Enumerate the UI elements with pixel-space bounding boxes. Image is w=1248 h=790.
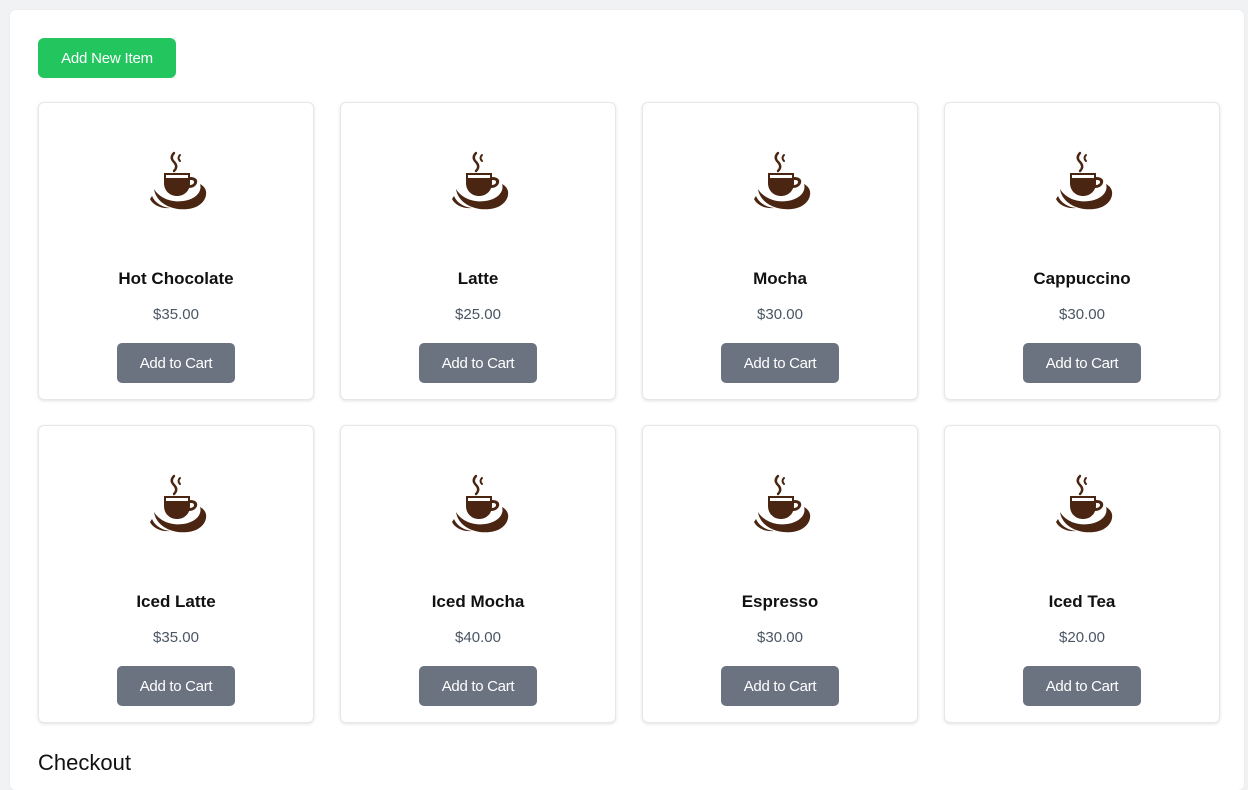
add-to-cart-button[interactable]: Add to Cart xyxy=(721,666,839,706)
product-name: Mocha xyxy=(753,269,807,288)
product-card: Cappuccino $30.00 Add to Cart xyxy=(944,102,1220,400)
product-price: $35.00 xyxy=(153,306,199,323)
coffee-cup-icon xyxy=(752,474,812,534)
product-name: Cappuccino xyxy=(1033,269,1131,288)
checkout-heading: Checkout xyxy=(38,750,131,775)
add-to-cart-button[interactable]: Add to Cart xyxy=(1023,666,1141,706)
add-to-cart-button[interactable]: Add to Cart xyxy=(1023,343,1141,383)
coffee-cup-icon xyxy=(450,474,510,534)
product-name: Latte xyxy=(457,269,499,288)
product-card: Iced Tea $20.00 Add to Cart xyxy=(944,425,1220,723)
add-to-cart-button[interactable]: Add to Cart xyxy=(721,343,839,383)
coffee-cup-icon xyxy=(1054,474,1114,534)
coffee-cup-icon xyxy=(752,151,812,211)
product-name: Iced Latte xyxy=(136,592,216,611)
product-card: Mocha $30.00 Add to Cart xyxy=(642,102,918,400)
add-new-item-button[interactable]: Add New Item xyxy=(38,38,176,78)
add-to-cart-button[interactable]: Add to Cart xyxy=(419,666,537,706)
coffee-cup-icon xyxy=(148,474,208,534)
product-name: Iced Mocha xyxy=(431,592,525,611)
product-name: Hot Chocolate xyxy=(118,269,234,288)
product-grid: Hot Chocolate $35.00 Add to Cart Latte $… xyxy=(38,102,1220,723)
add-to-cart-button[interactable]: Add to Cart xyxy=(117,343,235,383)
product-price: $30.00 xyxy=(757,306,803,323)
main-panel: Add New Item Hot Chocolate $35.00 Add to… xyxy=(10,10,1244,790)
product-price: $35.00 xyxy=(153,629,199,646)
product-price: $30.00 xyxy=(1059,306,1105,323)
product-price: $30.00 xyxy=(757,629,803,646)
product-card: Latte $25.00 Add to Cart xyxy=(340,102,616,400)
coffee-cup-icon xyxy=(148,151,208,211)
add-to-cart-button[interactable]: Add to Cart xyxy=(419,343,537,383)
coffee-cup-icon xyxy=(450,151,510,211)
product-card: Iced Mocha $40.00 Add to Cart xyxy=(340,425,616,723)
product-card: Espresso $30.00 Add to Cart xyxy=(642,425,918,723)
product-card: Iced Latte $35.00 Add to Cart xyxy=(38,425,314,723)
add-to-cart-button[interactable]: Add to Cart xyxy=(117,666,235,706)
coffee-cup-icon xyxy=(1054,151,1114,211)
product-name: Espresso xyxy=(741,592,819,611)
product-price: $25.00 xyxy=(455,306,501,323)
product-price: $20.00 xyxy=(1059,629,1105,646)
product-card: Hot Chocolate $35.00 Add to Cart xyxy=(38,102,314,400)
product-price: $40.00 xyxy=(455,629,501,646)
product-name: Iced Tea xyxy=(1048,592,1116,611)
